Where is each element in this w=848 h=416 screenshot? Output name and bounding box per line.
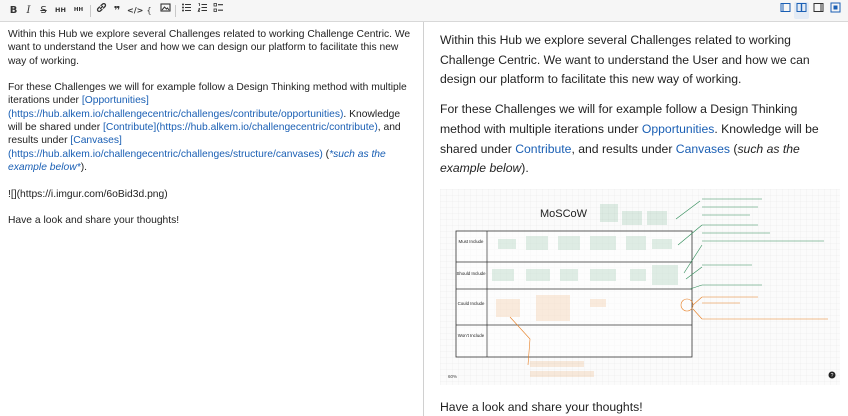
quote-icon[interactable]: ❞ (111, 2, 123, 19)
editor-paragraph: Have a look and share your thoughts! (8, 215, 180, 227)
toolbar-divider (90, 5, 91, 17)
code-icon[interactable]: </> (127, 2, 143, 19)
row-label-could: Could Include (458, 301, 485, 306)
editor-paragraph: Within this Hub we explore several Chall… (8, 29, 411, 67)
preview-only-icon[interactable] (812, 2, 825, 19)
toolbar-divider (175, 5, 176, 17)
heading-smaller-button[interactable]: HH (71, 2, 86, 19)
row-label-must: Must Include (459, 239, 484, 244)
canvas-zoom-label: 60% (448, 374, 457, 379)
italic-button[interactable]: I (23, 2, 34, 19)
bullet-list-icon[interactable] (180, 2, 192, 19)
link-icon[interactable] (95, 2, 107, 19)
editor-text: For these Challenges we will for example… (8, 82, 407, 107)
heading-larger-button[interactable]: HH (53, 2, 68, 19)
split-view-icon[interactable] (794, 2, 809, 19)
markdown-preview: Within this Hub we explore several Chall… (424, 22, 848, 416)
preview-paragraph: For these Challenges we will for example… (440, 100, 832, 179)
canvas-title: MoSCoW (540, 208, 588, 220)
strikethrough-button[interactable]: S (38, 2, 49, 19)
code-block-icon[interactable]: { } (143, 2, 155, 32)
checklist-icon[interactable] (212, 2, 224, 19)
row-label-wont: Won't Include (458, 333, 485, 338)
fullscreen-icon[interactable] (829, 2, 842, 19)
preview-paragraph: Within this Hub we explore several Chall… (440, 33, 810, 87)
image-icon[interactable] (159, 2, 171, 19)
edit-only-icon[interactable] (779, 2, 792, 19)
editor-image-markdown: ![](https://i.imgur.com/6oBid3d.png) (8, 188, 168, 200)
preview-paragraph: Have a look and share your thoughts! (440, 399, 643, 414)
opportunities-link[interactable]: Opportunities (642, 122, 715, 136)
editor-link-contribute: [Contribute](https://hub.alkem.io/challe… (103, 122, 378, 134)
preview-text: , and results under (571, 141, 676, 156)
editor-paragraph: For these Challenges we will for example… (8, 81, 415, 174)
editor-text: ). (80, 161, 87, 173)
moscow-canvas-image: MoSCoW Must Include Should Include Could… (440, 188, 840, 385)
help-icon-glyph: ? (831, 373, 834, 379)
markdown-editor[interactable]: Within this Hub we explore several Chall… (0, 22, 424, 416)
numbered-list-icon[interactable] (196, 2, 208, 19)
row-label-should: Should Include (456, 271, 486, 276)
bold-button[interactable]: B (8, 2, 19, 19)
markdown-toolbar: B I S HH HH ❞ </> { } (0, 0, 848, 32)
contribute-link[interactable]: Contribute (515, 142, 571, 156)
canvases-link[interactable]: Canvases (676, 142, 730, 156)
preview-text: ). (521, 161, 529, 176)
